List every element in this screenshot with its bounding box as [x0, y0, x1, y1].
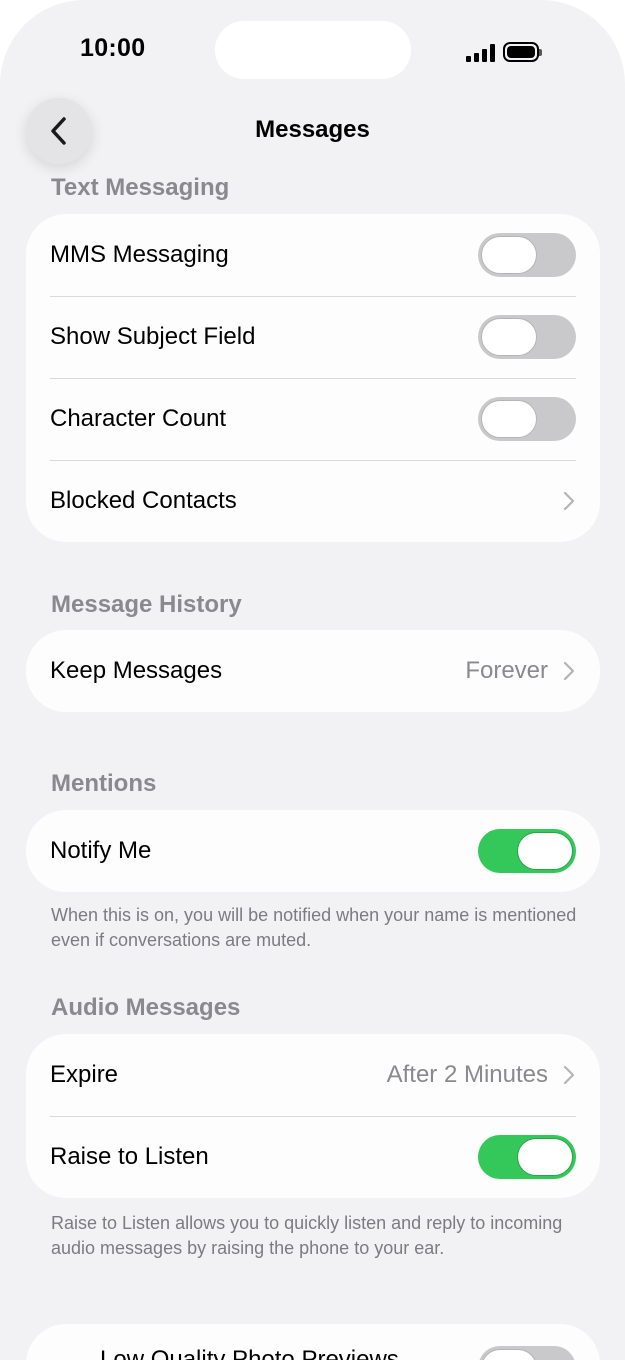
page-title: Messages: [255, 116, 370, 143]
section-header-message-history: Message History: [51, 591, 242, 618]
row-show-subject-field[interactable]: Show Subject Field: [26, 296, 600, 378]
chevron-right-icon: [563, 491, 575, 511]
row-value: Forever: [465, 657, 548, 684]
card-message-history: Keep Messages Forever: [26, 630, 600, 712]
audio-messages-footnote: Raise to Listen allows you to quickly li…: [51, 1213, 563, 1258]
section-header-audio-messages: Audio Messages: [51, 994, 241, 1021]
row-label: MMS Messaging: [50, 241, 229, 268]
toggle-knob: [517, 832, 573, 870]
row-label: Expire: [50, 1061, 119, 1088]
mentions-footnote: When this is on, you will be notified wh…: [51, 905, 577, 950]
row-low-quality-photo-previews[interactable]: Low Quality Photo Previews: [26, 1324, 600, 1360]
chevron-right-icon: [563, 1065, 575, 1085]
cellular-signal-icon: [466, 44, 495, 62]
row-label: Character Count: [50, 405, 227, 432]
low-quality-photo-previews-toggle[interactable]: [478, 1346, 576, 1360]
raise-to-listen-toggle[interactable]: [478, 1135, 576, 1179]
battery-icon: [503, 42, 542, 62]
row-notify-me[interactable]: Notify Me: [26, 810, 600, 892]
section-header-mentions: Mentions: [51, 770, 157, 797]
section-header-text-messaging: Text Messaging: [51, 174, 230, 201]
row-label: Show Subject Field: [50, 323, 256, 350]
row-mms-messaging[interactable]: MMS Messaging: [26, 214, 600, 296]
show-subject-field-toggle[interactable]: [478, 315, 576, 359]
toggle-knob: [481, 318, 537, 356]
toggle-knob: [517, 1138, 573, 1176]
row-label: Raise to Listen: [50, 1143, 209, 1170]
row-label: Notify Me: [50, 837, 152, 864]
status-time: 10:00: [80, 34, 146, 62]
toggle-knob: [481, 236, 537, 274]
row-keep-messages[interactable]: Keep Messages Forever: [26, 630, 600, 712]
notify-me-toggle[interactable]: [478, 829, 576, 873]
row-label: Blocked Contacts: [50, 487, 237, 514]
row-blocked-contacts[interactable]: Blocked Contacts: [26, 460, 600, 542]
toggle-knob: [481, 400, 537, 438]
character-count-toggle[interactable]: [478, 397, 576, 441]
row-label: Keep Messages: [50, 657, 223, 684]
dynamic-island: [215, 21, 411, 79]
mms-messaging-toggle[interactable]: [478, 233, 576, 277]
status-icons: [466, 40, 542, 62]
card-audio-messages: Expire After 2 Minutes Raise to Listen: [26, 1034, 600, 1198]
row-character-count[interactable]: Character Count: [26, 378, 600, 460]
row-label: Low Quality Photo Previews: [100, 1346, 399, 1360]
row-expire[interactable]: Expire After 2 Minutes: [26, 1034, 600, 1116]
card-text-messaging: MMS Messaging Show Subject Field Charact…: [26, 214, 600, 542]
phone-screen: 10:00 Messages Text Messaging MMS Messag…: [0, 0, 625, 1360]
row-value: After 2 Minutes: [386, 1061, 548, 1088]
card-low-quality-photo: Low Quality Photo Previews: [26, 1324, 600, 1360]
chevron-right-icon: [563, 661, 575, 681]
row-raise-to-listen[interactable]: Raise to Listen: [26, 1116, 600, 1198]
toggle-knob: [481, 1349, 537, 1360]
card-mentions: Notify Me: [26, 810, 600, 892]
